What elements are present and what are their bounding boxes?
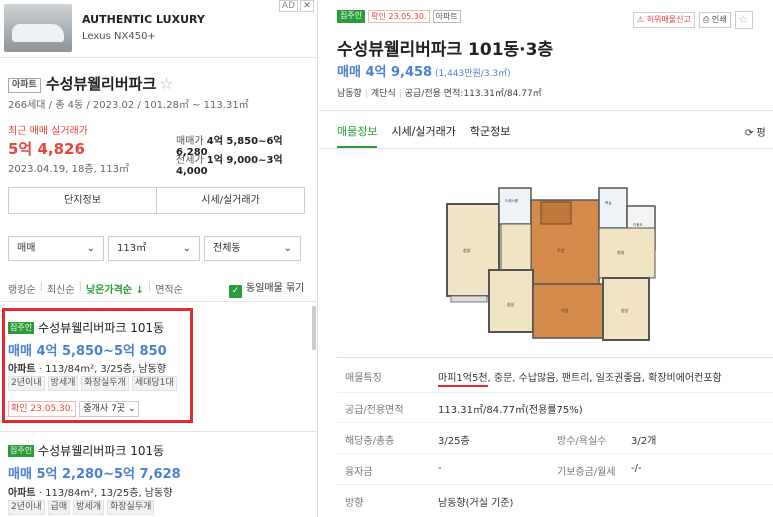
svg-text:주방: 주방 — [557, 247, 565, 253]
tag: 2년이내 — [8, 500, 45, 515]
area-label: 공급/전용면적 — [345, 405, 404, 416]
print-button[interactable]: ⎙ 인쇄 — [698, 12, 731, 28]
deposit-label: 기보증금/월세 — [557, 467, 616, 478]
direction-label: 방향 — [345, 498, 364, 509]
confirm-badge: 확인 23.05.30. — [368, 10, 430, 23]
feature-label: 매물특징 — [345, 373, 382, 384]
scrollbar[interactable] — [312, 306, 316, 350]
floor-label: 해당층/총층 — [345, 436, 395, 447]
svg-text:드레스룸: 드레스룸 — [505, 198, 519, 203]
svg-text:욕실: 욕실 — [605, 200, 611, 205]
price-per-area: (1,443만원/3.3㎡) — [432, 69, 511, 79]
detail-price: 매매 4억 9,458 (1,443만원/3.3㎡) — [337, 61, 511, 80]
detail-title: 수성뷰웰리버파크 101동·3층 — [337, 40, 554, 60]
left-panel: AUTHENTIC LUXURY Lexus NX450+ AD ✕ 아파트 수성… — [0, 0, 318, 517]
meta-direction: 남동향 — [337, 89, 362, 99]
tab-market-price[interactable]: 시세/실거래가 — [391, 118, 455, 148]
svg-text:침실: 침실 — [617, 249, 625, 255]
svg-text:침실: 침실 — [463, 247, 471, 253]
direction-value: 남동향(거실 기준) — [438, 498, 514, 509]
feature-highlight: 마피1억5천 — [438, 373, 488, 387]
svg-text:다용도: 다용도 — [633, 222, 643, 227]
listing-spec-text: · 113/84m², 13/25층, 남동향 — [35, 488, 173, 499]
loan-label: 융자금 — [345, 467, 373, 478]
detail-tools: ⚠ 허위매물신고 ⎙ 인쇄 ☆ — [633, 11, 753, 29]
report-label: 허위매물신고 — [646, 15, 691, 24]
tab-school-info[interactable]: 학군정보 — [470, 118, 510, 148]
divider — [337, 484, 773, 485]
detail-panel: 집주인 확인 23.05.30. 아파트 ⚠ 허위매물신고 ⎙ 인쇄 ☆ 수성뷰… — [319, 0, 773, 517]
svg-text:침실: 침실 — [507, 301, 515, 307]
divider — [337, 357, 773, 358]
close-icon[interactable]: ✕ — [300, 0, 314, 12]
rooms-value: 3/2개 — [631, 436, 657, 447]
floor-plan-image: 침실 주방 침실 거실 침실 드레스룸 욕실 다용도 침실 — [441, 166, 658, 346]
tag: 급매 — [47, 500, 71, 515]
divider — [337, 422, 773, 423]
tag: 화장실두개 — [106, 500, 155, 515]
rooms-label: 방수/욕실수 — [557, 436, 607, 447]
listing-card[interactable]: 집주인 수성뷰웰리버파크 101동 매매 5억 2,280~5억 7,628 아파… — [0, 0, 300, 517]
listing-spec-type: 아파트 — [8, 488, 36, 499]
loan-value: - — [438, 463, 442, 474]
listing-spec: 아파트 · 113/84m², 13/25층, 남동향 — [8, 484, 172, 499]
area-value: 113.31㎡/84.77㎡(전용률75%) — [438, 405, 583, 416]
deposit-value: -/- — [631, 463, 642, 474]
owner-badge: 집주인 — [8, 445, 35, 457]
meta-area: 공급/전용 면적:113.31㎡/84.77㎡ — [404, 89, 542, 99]
divider — [337, 453, 773, 454]
divider — [319, 148, 773, 149]
refresh-button[interactable]: ⟳ 평 — [745, 124, 766, 139]
owner-badge: 집주인 — [337, 10, 366, 23]
star-icon[interactable]: ☆ — [734, 11, 753, 29]
type-badge: 아파트 — [432, 10, 461, 23]
listing-tags: 2년이내 급매 방세개 화장실두개 — [8, 500, 155, 515]
svg-text:침실: 침실 — [621, 307, 629, 313]
meta-structure: 계단식 — [370, 89, 396, 99]
tab-listing-info[interactable]: 매물정보 — [337, 118, 378, 148]
svg-text:거실: 거실 — [561, 307, 569, 313]
print-label: 인쇄 — [711, 15, 727, 24]
listing-title-text: 수성뷰웰리버파크 101동 — [38, 444, 165, 458]
divider — [319, 110, 773, 111]
feature-value: 마피1억5천, 중문, 수납많음, 팬트리, 일조권좋음, 확장비에어컨포함 — [438, 369, 722, 387]
detail-price-value: 매매 4억 9,458 — [337, 65, 433, 80]
report-button[interactable]: ⚠ 허위매물신고 — [633, 12, 695, 28]
detail-tabs: 매물정보 시세/실거래가 학군정보 — [337, 118, 510, 148]
detail-meta: 남동향 | 계단식 | 공급/전용 면적:113.31㎡/84.77㎡ — [337, 89, 542, 99]
feature-value-text: , 중문, 수납많음, 팬트리, 일조권좋음, 확장비에어컨포함 — [487, 373, 722, 384]
detail-badges: 집주인 확인 23.05.30. 아파트 — [337, 10, 461, 23]
listing-title[interactable]: 집주인 수성뷰웰리버파크 101동 — [8, 442, 164, 459]
divider — [337, 392, 773, 393]
tag: 방세개 — [73, 500, 104, 515]
floor-value: 3/25층 — [438, 436, 470, 447]
listing-price: 매매 5억 2,280~5억 7,628 — [8, 467, 181, 482]
